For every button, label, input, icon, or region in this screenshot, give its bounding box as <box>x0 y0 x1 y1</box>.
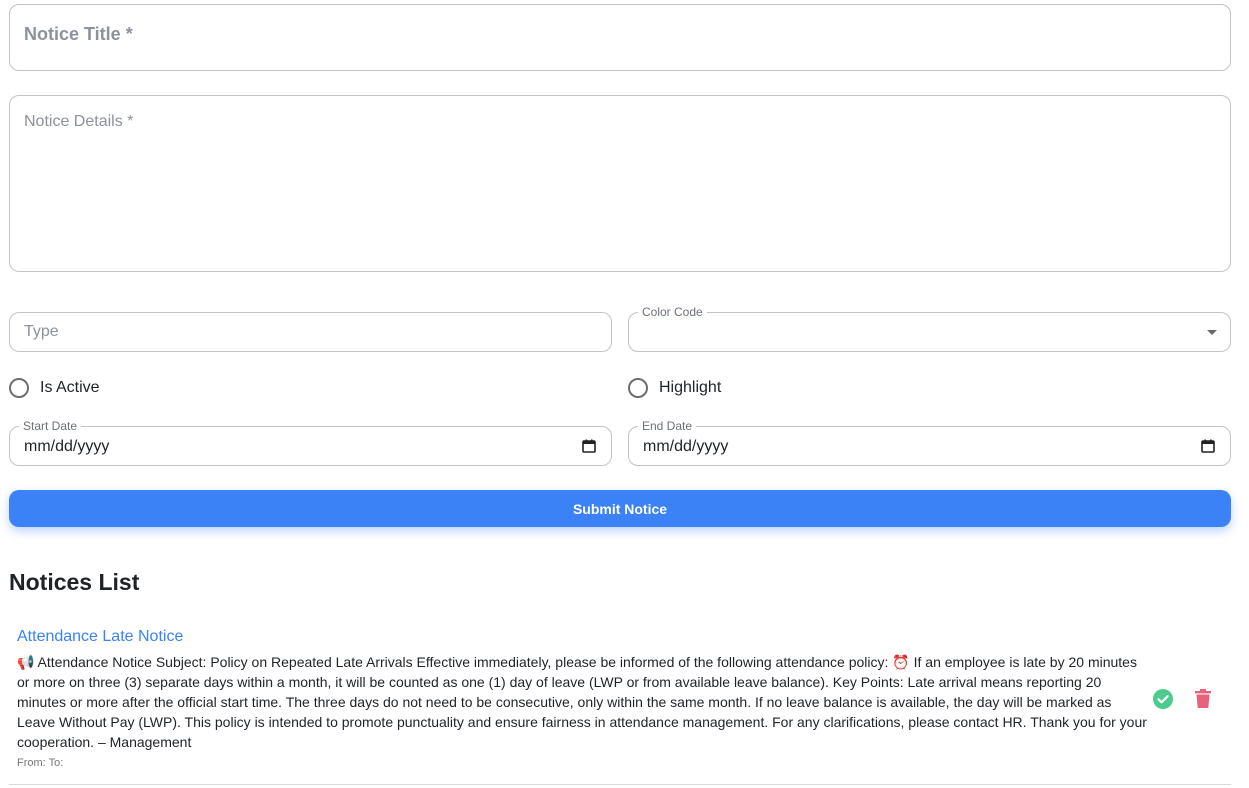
is-active-option[interactable]: Is Active <box>9 378 100 398</box>
highlight-radio[interactable] <box>628 378 648 398</box>
calendar-icon[interactable] <box>1201 439 1215 453</box>
end-date-value: mm/dd/yyyy <box>643 438 729 455</box>
type-placeholder: Type <box>24 323 59 340</box>
notices-list-heading: Notices List <box>9 569 140 595</box>
highlight-option[interactable]: Highlight <box>628 378 721 398</box>
notice-details-textarea[interactable]: Notice Details * <box>9 95 1231 272</box>
submit-notice-button[interactable]: Submit Notice <box>9 490 1231 527</box>
notice-item-title[interactable]: Attendance Late Notice <box>17 628 183 646</box>
notice-title-placeholder: Notice Title * <box>24 24 133 44</box>
trash-icon[interactable] <box>1195 689 1211 708</box>
notice-item-body: 📢 Attendance Notice Subject: Policy on R… <box>17 654 1147 750</box>
type-input[interactable]: Type <box>9 312 612 352</box>
is-active-label: Is Active <box>40 379 100 396</box>
notice-title-input[interactable]: Notice Title * <box>9 4 1231 71</box>
start-date-label: Start Date <box>19 419 82 433</box>
notice-details-placeholder: Notice Details * <box>24 113 134 130</box>
end-date-input[interactable]: End Date mm/dd/yyyy <box>628 419 1231 466</box>
end-date-label: End Date <box>638 419 697 433</box>
color-code-label: Color Code <box>638 305 707 319</box>
color-code-select[interactable]: Color Code <box>628 305 1231 352</box>
list-item: Attendance Late Notice 📢 Attendance Noti… <box>9 620 1231 785</box>
is-active-radio[interactable] <box>9 378 29 398</box>
start-date-value: mm/dd/yyyy <box>24 438 110 455</box>
chevron-down-icon[interactable] <box>1207 330 1217 335</box>
notice-item-dates: From: To: <box>17 757 64 769</box>
check-circle-icon[interactable] <box>1153 689 1173 709</box>
highlight-label: Highlight <box>659 379 722 396</box>
start-date-input[interactable]: Start Date mm/dd/yyyy <box>9 419 612 466</box>
calendar-icon[interactable] <box>582 439 596 453</box>
